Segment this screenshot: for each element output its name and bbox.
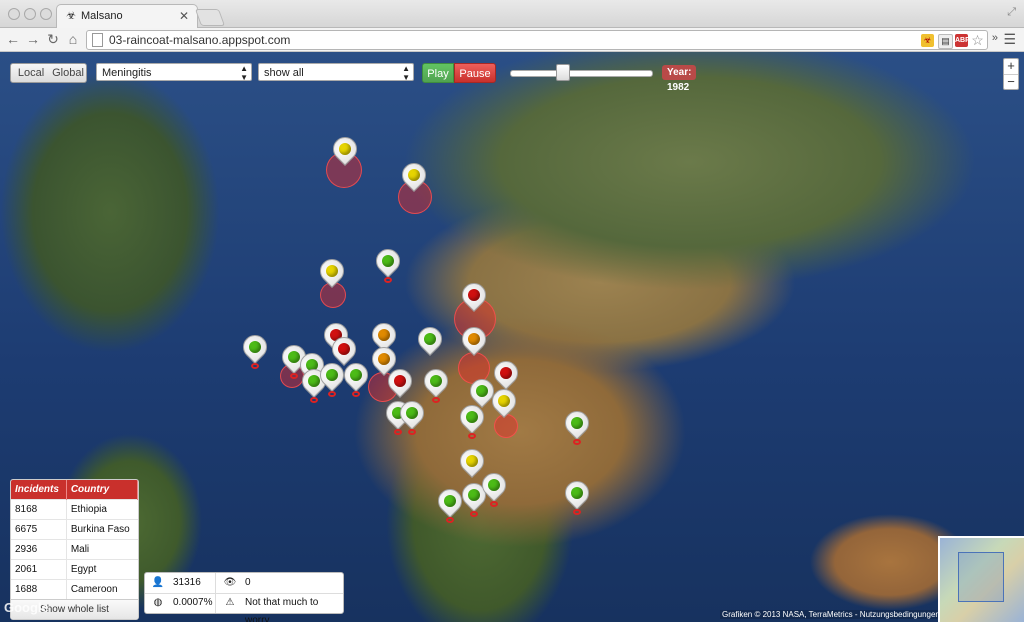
incident-marker[interactable]	[371, 244, 405, 284]
country-name: Mali	[66, 539, 138, 560]
forward-arrow-icon[interactable]: →	[24, 30, 42, 48]
incident-count: 2061	[11, 559, 67, 580]
overview-minimap[interactable]	[938, 536, 1024, 622]
close-window-button[interactable]	[8, 8, 20, 20]
tab-title: Malsano	[81, 10, 123, 22]
table-row[interactable]: 2936 Mali	[11, 539, 138, 560]
incident-marker[interactable]	[339, 358, 373, 398]
warning-text: Not that much to worry	[245, 597, 319, 622]
filter-select-value: show all	[264, 67, 304, 79]
google-logo[interactable]: Google	[4, 600, 49, 615]
fullscreen-icon[interactable]: ⤢	[1007, 6, 1016, 19]
year-slider[interactable]	[510, 70, 653, 77]
adblock-icon[interactable]: ABP	[955, 34, 970, 47]
back-arrow-icon[interactable]: ←	[4, 30, 22, 48]
table-row[interactable]: 8168 Ethiopia	[11, 499, 138, 520]
watchers-value: 0	[245, 577, 251, 588]
minimize-window-button[interactable]	[24, 8, 36, 20]
minimap-viewport[interactable]	[958, 552, 1004, 602]
pause-button[interactable]: Pause	[454, 63, 496, 83]
population-value: 31316	[173, 577, 201, 588]
incidents-column-header[interactable]: Incidents	[11, 480, 67, 500]
incident-marker[interactable]	[397, 158, 431, 198]
incident-marker[interactable]	[315, 254, 349, 294]
percentage-value: 0.0007%	[173, 597, 213, 608]
country-name: Cameroon	[66, 579, 138, 599]
zoom-control: + −	[1003, 58, 1019, 90]
table-row[interactable]: 6675 Burkina Faso	[11, 519, 138, 540]
year-slider-handle[interactable]	[556, 64, 571, 81]
zoom-out-button[interactable]: −	[1004, 75, 1018, 90]
new-tab-button[interactable]	[194, 9, 226, 26]
reload-icon[interactable]: ↻	[44, 30, 62, 48]
play-button[interactable]: Play	[422, 63, 454, 83]
page-icon	[92, 33, 103, 47]
incident-marker[interactable]	[395, 396, 429, 436]
incident-marker[interactable]	[238, 330, 272, 370]
zoom-in-button[interactable]: +	[1004, 59, 1018, 75]
address-bar[interactable]: 03-raincoat-malsano.appspot.com ☣ ▤ ABP …	[86, 30, 988, 50]
disease-select[interactable]: Meningitis ▲ ▼	[96, 63, 252, 82]
warning-icon: ⚠	[225, 597, 235, 608]
incident-count: 2936	[11, 539, 67, 560]
biohazard-icon: ☣	[66, 10, 76, 22]
home-icon[interactable]: ⌂	[64, 30, 82, 48]
globe-icon: ◍	[153, 597, 163, 608]
extension-page-icon[interactable]: ▤	[938, 34, 953, 49]
country-name: Ethiopia	[66, 499, 138, 520]
world-map[interactable]: Local Global Meningitis ▲ ▼ show all ▲ ▼ P…	[0, 52, 1024, 622]
disease-select-value: Meningitis	[102, 67, 152, 79]
incident-marker[interactable]	[560, 406, 594, 446]
incident-marker[interactable]	[477, 468, 511, 508]
incident-marker[interactable]	[487, 384, 521, 424]
incident-count: 6675	[11, 519, 67, 540]
table-row[interactable]: 2061 Egypt	[11, 559, 138, 580]
map-attribution[interactable]: Grafiken © 2013 NASA, TerraMetrics - Nut…	[720, 610, 942, 619]
incidents-table: Incidents Country 8168 Ethiopia 6675 Burki…	[11, 480, 138, 599]
incident-marker[interactable]	[455, 400, 489, 440]
incident-marker[interactable]	[413, 322, 447, 362]
browser-toolbar: ← → ↻ ⌂ 03-raincoat-malsano.appspot.com …	[0, 28, 1024, 52]
year-badge: Year: 1982	[662, 65, 697, 93]
url-text[interactable]: 03-raincoat-malsano.appspot.com	[109, 33, 290, 47]
incident-marker[interactable]	[457, 278, 491, 318]
person-icon: 👤	[151, 577, 165, 588]
bookmark-star-icon[interactable]: ☆	[971, 33, 984, 47]
incident-count: 8168	[11, 499, 67, 520]
incident-marker[interactable]	[457, 322, 491, 362]
browser-tab[interactable]: ☣ Malsano ✕	[56, 4, 198, 28]
stats-panel: 👤 31316 👁 0 ◍ 0.0007% ⚠ Not that much to…	[144, 572, 344, 622]
eye-icon: 👁	[223, 577, 237, 588]
incident-count: 1688	[11, 579, 67, 599]
global-toggle[interactable]: Global	[50, 63, 87, 83]
table-row[interactable]: 1688 Cameroon	[11, 579, 138, 599]
incident-marker[interactable]	[328, 132, 362, 172]
incident-marker[interactable]	[419, 364, 453, 404]
country-name: Egypt	[66, 559, 138, 580]
country-name: Burkina Faso	[66, 519, 138, 540]
menu-icon[interactable]: ☰	[1003, 31, 1016, 48]
incidents-panel: Incidents Country 8168 Ethiopia 6675 Burki…	[10, 479, 139, 620]
filter-select[interactable]: show all ▲ ▼	[258, 63, 414, 82]
zoom-window-button[interactable]	[40, 8, 52, 20]
window-titlebar: ☣ Malsano ✕ ⤢	[0, 0, 1024, 28]
extension-biohazard-icon[interactable]: ☣	[921, 34, 934, 47]
select-arrows-icon: ▲ ▼	[240, 64, 248, 82]
more-extensions-icon[interactable]: »	[992, 32, 998, 44]
local-toggle[interactable]: Local	[10, 63, 52, 83]
select-arrows-icon: ▲ ▼	[402, 64, 410, 82]
country-column-header[interactable]: Country	[66, 480, 138, 500]
close-tab-icon[interactable]: ✕	[179, 9, 189, 23]
incident-marker[interactable]	[560, 476, 594, 516]
